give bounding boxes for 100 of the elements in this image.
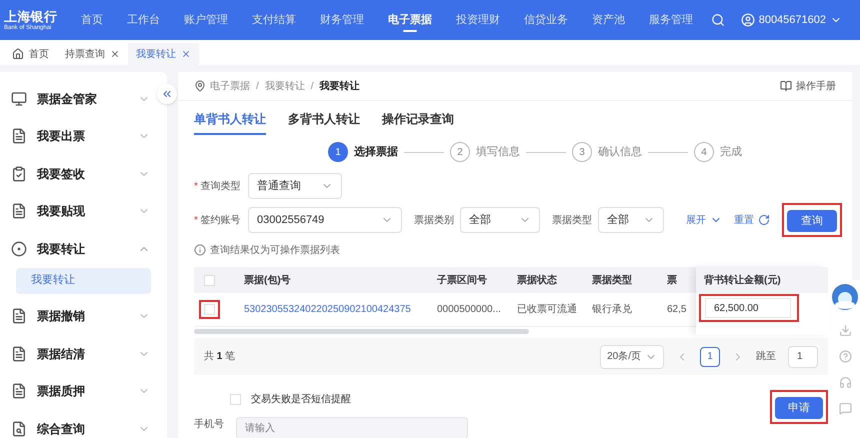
clipboard-icon [11, 166, 27, 182]
phone-field[interactable]: 请输入 [236, 417, 468, 438]
column-header: 背书转让金额(元) [704, 273, 781, 288]
refresh-icon [758, 214, 770, 226]
sidebar-item[interactable]: 综合查询 [0, 410, 156, 438]
submenu-item[interactable]: 我要转让 [16, 268, 151, 294]
total-count: 共 1 笔 [204, 350, 236, 364]
apply-button[interactable]: 申请 [775, 397, 823, 420]
step-label: 选择票据 [354, 144, 398, 160]
page-tab[interactable]: 我要转让 [128, 43, 199, 65]
page-button[interactable]: 1 [700, 346, 720, 366]
field-label: 票据类型 [552, 214, 592, 228]
step-label: 完成 [720, 144, 742, 160]
page-tab[interactable]: 持票查询 [57, 43, 128, 65]
sidebar-item[interactable]: 票据质押 [0, 372, 156, 410]
field-label: * 查询类型 [194, 180, 242, 194]
step-label: 填写信息 [476, 144, 520, 160]
info-icon [194, 244, 206, 256]
document-icon [11, 346, 27, 362]
page-tab[interactable]: 首页 [4, 43, 57, 65]
search-icon[interactable] [710, 13, 725, 27]
close-icon[interactable] [181, 49, 191, 59]
row-checkbox[interactable] [204, 304, 214, 315]
collapse-icon [161, 88, 173, 100]
field-label: * 签约账号 [194, 214, 242, 228]
chat-icon[interactable] [838, 402, 852, 415]
sms-label: 交易失败是否短信提醒 [251, 392, 351, 406]
bill-category-select[interactable]: 全部 [460, 207, 540, 233]
tab[interactable]: 操作记录查询 [382, 110, 454, 135]
sidebar-item[interactable]: 我要转让 [0, 230, 156, 268]
breadcrumb-separator: / [310, 80, 314, 94]
sidebar-item[interactable]: 我要签收 [0, 155, 156, 192]
tab[interactable]: 单背书人转让 [194, 110, 266, 135]
jump-label: 跳至 [756, 350, 776, 364]
breadcrumb-separator: / [256, 80, 259, 94]
close-icon[interactable] [110, 49, 120, 59]
home-icon [12, 48, 24, 60]
tab[interactable]: 多背书人转让 [288, 110, 360, 135]
step-number: 3 [572, 142, 592, 162]
nav-item[interactable]: 信贷业务 [515, 0, 577, 40]
bill-number-link[interactable]: 530230553240220250902100424375 [224, 302, 429, 317]
reset-button[interactable]: 重置 [734, 212, 770, 228]
breadcrumb-item[interactable]: 我要转让 [264, 78, 305, 94]
user-account[interactable]: 80045671602 [758, 12, 826, 28]
column-header: 票据类型 [591, 274, 633, 288]
sidebar-item[interactable]: 我要贴现 [0, 192, 156, 230]
query-type-select[interactable]: 普通查询 [248, 173, 342, 199]
manual-icon [780, 80, 792, 92]
breadcrumb-item[interactable]: 电子票据 [210, 78, 250, 94]
table-cell-text: 0000500000... [436, 303, 502, 317]
nav-item[interactable]: 账户管理 [175, 0, 237, 40]
nav-item[interactable]: 支付结算 [243, 0, 305, 40]
jump-field[interactable]: 1 [788, 346, 818, 368]
help-icon[interactable] [838, 350, 852, 363]
nav-item[interactable]: 资产池 [583, 0, 634, 40]
user-icon [740, 13, 755, 27]
select-all-checkbox[interactable] [204, 274, 214, 286]
bill-type-select[interactable]: 全部 [598, 207, 664, 233]
column-header: 票据(包)号 [243, 274, 292, 288]
brand-name: 上海银行 [4, 10, 58, 22]
field-label: 票据类别 [414, 214, 454, 228]
sidebar-item[interactable]: 票据金管家 [0, 80, 156, 118]
sidebar-item[interactable]: 我要出票 [0, 118, 156, 155]
expand-button[interactable]: 展开 [686, 212, 722, 228]
table-cell-text: 银行承兑 [591, 302, 633, 317]
manual-link[interactable]: 操作手册 [796, 78, 836, 94]
nav-item[interactable]: 服务管理 [640, 0, 702, 40]
step-label: 确认信息 [598, 144, 642, 160]
table-cell-text: 62,5 [666, 303, 688, 317]
notice-text: 查询结果仅为可操作票据列表 [210, 244, 340, 258]
horizontal-scrollbar[interactable] [194, 329, 529, 334]
headset-icon[interactable] [838, 376, 852, 389]
nav-item[interactable]: 财务管理 [311, 0, 373, 40]
search-icon [11, 420, 27, 437]
field-label: 手机号 [194, 418, 224, 432]
circle-icon [11, 240, 27, 257]
sidebar-item[interactable]: 票据结清 [0, 335, 156, 372]
nav-item[interactable]: 投资理财 [447, 0, 509, 40]
nav-item[interactable]: 电子票据 [379, 0, 441, 40]
download-icon[interactable] [838, 324, 852, 337]
assistant-avatar[interactable] [831, 283, 859, 311]
step-number: 4 [694, 142, 714, 162]
page-size-select[interactable]: 20条/页 [600, 344, 664, 368]
breadcrumb-item: 我要转让 [320, 80, 360, 94]
column-header: 票据状态 [516, 274, 558, 288]
location-icon [194, 80, 206, 92]
query-button[interactable]: 查询 [787, 210, 837, 232]
document-icon [11, 308, 27, 324]
document-icon [11, 383, 27, 400]
sidebar-item[interactable]: 票据撤销 [0, 298, 156, 335]
amount-field[interactable]: 62,500.00 [705, 298, 791, 318]
monitor-icon [11, 90, 27, 107]
nav-item[interactable]: 工作台 [118, 0, 169, 40]
table-cell-text: 已收票可流通 [516, 302, 578, 317]
document-icon [11, 203, 27, 220]
column-header: 票 [666, 274, 678, 288]
sms-checkbox[interactable] [230, 394, 241, 404]
collapse-button[interactable] [157, 84, 177, 104]
account-select[interactable]: 03002556749 [248, 207, 402, 233]
nav-item[interactable]: 首页 [72, 0, 112, 40]
